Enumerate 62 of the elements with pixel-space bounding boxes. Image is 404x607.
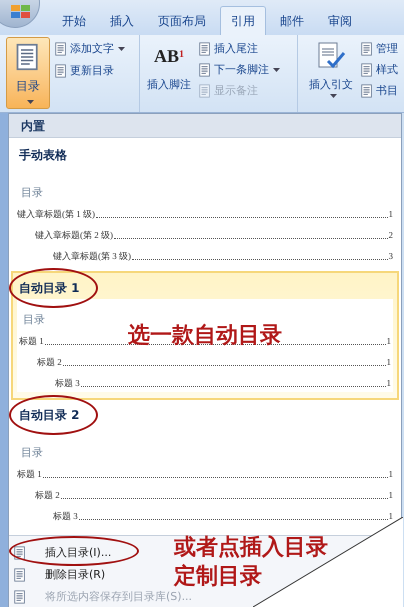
insert-citation-button[interactable]: 插入引文	[304, 37, 358, 110]
page-number: 1	[388, 208, 393, 220]
footnote-icon: AB$^{1}$	[154, 43, 184, 73]
document-icon	[360, 63, 374, 77]
page-number: 1	[388, 510, 393, 522]
page-number: 1	[386, 356, 391, 368]
annotation-text: 或者点插入目录	[174, 534, 328, 562]
ribbon-item[interactable]: 更新目录	[54, 62, 125, 80]
caret-icon	[118, 47, 125, 51]
page-number: 1	[388, 468, 393, 480]
caret-icon	[330, 94, 336, 98]
insert-footnote-button[interactable]: AB$^{1}$ 插入脚注	[144, 37, 194, 110]
toc-entry: 标题 1	[17, 468, 42, 480]
gallery-item-title[interactable]: 手动表格	[9, 135, 85, 175]
page-number: 1	[386, 376, 391, 390]
ribbon-tab[interactable]: 页面布局	[148, 6, 216, 35]
caret-icon	[26, 100, 34, 104]
toc-entry: 标题 2	[35, 488, 60, 502]
office-logo-icon	[11, 5, 31, 19]
toc-entry: 标题 2	[37, 356, 62, 368]
document-icon	[198, 84, 212, 98]
document-icon	[13, 546, 27, 560]
caret-icon	[273, 68, 280, 72]
ribbon-item[interactable]: 下一条脚注	[198, 61, 280, 79]
document-icon	[13, 590, 27, 604]
annotation-text: 选一款自动目录	[128, 322, 282, 350]
toc-entry: 键入章标题(第 3 级)	[53, 250, 131, 263]
document-check-icon	[316, 41, 346, 71]
toc-entry: 标题 1	[19, 334, 44, 348]
ribbon-item[interactable]: 添加文字	[54, 40, 125, 58]
document-icon	[198, 42, 212, 56]
ribbon-tab[interactable]: 审阅	[318, 6, 362, 35]
toc-heading: 目录	[21, 446, 43, 460]
toc-entry: 标题 3	[55, 376, 80, 390]
ribbon-tab[interactable]: 引用	[220, 6, 266, 35]
toc-entry: 键入章标题(第 1 级)	[17, 208, 95, 221]
ribbon-item[interactable]: 管理	[360, 40, 398, 58]
menu-item[interactable]: 删除目录(R)	[45, 566, 106, 584]
document-icon	[360, 42, 374, 56]
ribbon-item[interactable]: 书目	[360, 82, 398, 100]
toc-heading: 目录	[23, 313, 45, 327]
ribbon-tab[interactable]: 插入	[100, 6, 144, 35]
document-icon	[54, 42, 68, 56]
annotation-text: 定制目录	[174, 562, 263, 591]
toc-entry: 标题 3	[53, 510, 78, 522]
toc-heading: 目录	[21, 186, 43, 200]
toc-entry: 键入章标题(第 2 级)	[35, 228, 113, 242]
menu-item[interactable]: 插入目录(I)...	[45, 544, 112, 562]
page-number: 1	[386, 334, 391, 348]
document-icon	[198, 63, 212, 77]
page-number: 2	[388, 228, 393, 242]
page-number: 3	[388, 250, 393, 262]
ribbon-item[interactable]: 样式	[360, 61, 398, 79]
ribbon-tab[interactable]: 邮件	[270, 6, 314, 35]
toc-button[interactable]: 目录	[6, 37, 50, 109]
ribbon-tab[interactable]: 开始	[52, 6, 96, 35]
document-icon	[360, 84, 374, 98]
ribbon-item[interactable]: 插入尾注	[198, 40, 280, 58]
document-icon	[54, 64, 68, 78]
page-number: 1	[388, 488, 393, 502]
gallery-header: 内置	[9, 114, 401, 138]
document-icon	[13, 568, 27, 582]
